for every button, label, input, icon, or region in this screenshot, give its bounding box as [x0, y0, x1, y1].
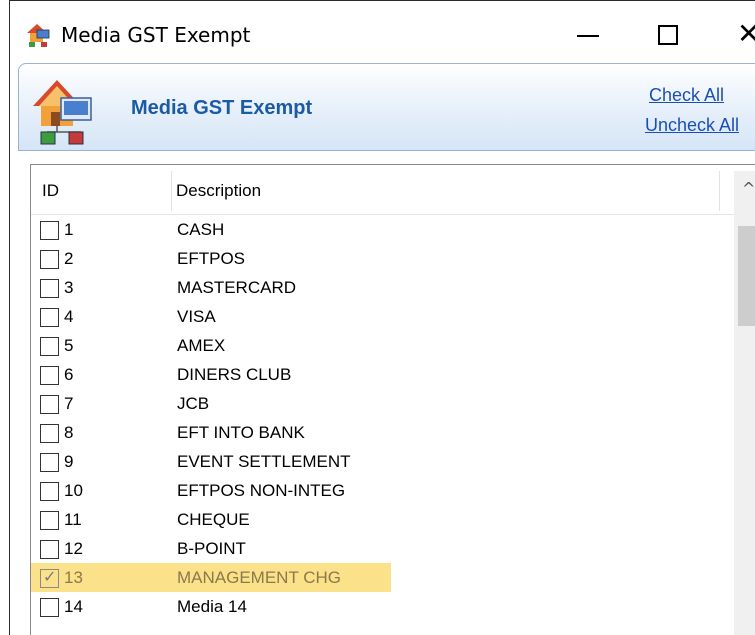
row-checkbox[interactable] — [40, 337, 59, 356]
row-description: Media 14 — [177, 597, 247, 616]
row-checkbox[interactable] — [40, 511, 59, 530]
row-id: 12 — [64, 539, 83, 558]
row-id: 3 — [64, 278, 74, 297]
list-row[interactable]: 10 EFTPOS NON-INTEG — [31, 476, 391, 505]
row-description: MANAGEMENT CHG — [177, 568, 342, 587]
row-id: 13 — [64, 568, 83, 587]
checkmark-icon: ✓ — [43, 567, 57, 586]
list-row[interactable]: 1 CASH — [31, 215, 391, 244]
row-id: 7 — [64, 394, 74, 413]
row-description: EFTPOS NON-INTEG — [177, 481, 346, 500]
list-row[interactable]: 2 EFTPOS — [31, 244, 391, 273]
check-all-link[interactable]: Check All — [649, 84, 724, 106]
row-description: CASH — [177, 220, 225, 239]
media-gst-exempt-window: Media GST Exempt ✕ Media GST Exempt Chec… — [9, 0, 755, 635]
row-id: 6 — [64, 365, 74, 384]
row-description: EFTPOS — [177, 249, 246, 268]
row-checkbox[interactable] — [40, 221, 59, 240]
list-row[interactable]: 5 AMEX — [31, 331, 391, 360]
row-description: EVENT SETTLEMENT — [177, 452, 351, 471]
row-id: 2 — [64, 249, 74, 268]
row-description: JCB — [177, 394, 210, 413]
list-row[interactable]: 7 JCB — [31, 389, 391, 418]
minimize-icon — [577, 35, 599, 37]
maximize-icon — [658, 25, 678, 45]
media-list[interactable]: ID Description 1 CASH 2 EFTPOS 3 MASTERC… — [30, 164, 755, 635]
uncheck-all-link[interactable]: Uncheck All — [645, 114, 739, 136]
row-description: VISA — [177, 307, 216, 326]
row-checkbox[interactable] — [40, 453, 59, 472]
list-row[interactable]: 12 B-POINT — [31, 534, 391, 563]
row-checkbox[interactable] — [40, 250, 59, 269]
row-id: 14 — [64, 597, 83, 616]
row-id: 10 — [64, 481, 83, 500]
list-row[interactable]: 3 MASTERCARD — [31, 273, 391, 302]
column-header-description[interactable]: Description — [176, 181, 261, 201]
row-id: 4 — [64, 307, 74, 326]
minimize-button[interactable] — [555, 15, 615, 55]
row-description: AMEX — [177, 336, 226, 355]
vertical-scrollbar[interactable]: ^ — [734, 171, 755, 635]
row-checkbox[interactable] — [40, 540, 59, 559]
list-row-selected[interactable]: ✓ 13 MANAGEMENT CHG — [31, 563, 391, 592]
list-header: ID Description — [31, 165, 755, 215]
row-checkbox[interactable] — [40, 482, 59, 501]
network-house-icon — [27, 24, 50, 47]
maximize-button[interactable] — [637, 15, 697, 55]
list-row[interactable]: 8 EFT INTO BANK — [31, 418, 391, 447]
close-icon: ✕ — [737, 17, 755, 50]
column-divider — [171, 171, 172, 211]
close-button[interactable]: ✕ — [715, 15, 755, 55]
row-description: EFT INTO BANK — [177, 423, 305, 442]
row-description: DINERS CLUB — [177, 365, 292, 384]
row-description: B-POINT — [177, 539, 246, 558]
row-id: 9 — [64, 452, 74, 471]
row-id: 1 — [64, 220, 74, 239]
row-checkbox[interactable] — [40, 279, 59, 298]
list-row[interactable]: 14 Media 14 — [31, 592, 391, 621]
column-header-id[interactable]: ID — [42, 181, 59, 201]
row-description: CHEQUE — [177, 510, 250, 529]
row-checkbox[interactable] — [40, 598, 59, 617]
chevron-up-icon[interactable]: ^ — [742, 179, 755, 198]
column-divider — [719, 171, 720, 211]
row-id: 8 — [64, 423, 74, 442]
row-checkbox[interactable] — [40, 395, 59, 414]
network-house-icon — [33, 80, 92, 145]
list-row[interactable]: 9 EVENT SETTLEMENT — [31, 447, 391, 476]
row-id: 11 — [64, 510, 82, 529]
header-banner: Media GST Exempt Check All Uncheck All — [18, 63, 755, 151]
banner-title: Media GST Exempt — [131, 97, 313, 119]
title-bar[interactable]: Media GST Exempt ✕ — [10, 1, 755, 61]
list-row[interactable]: 4 VISA — [31, 302, 391, 331]
row-id: 5 — [64, 336, 74, 355]
row-description: MASTERCARD — [177, 278, 297, 297]
scrollbar-thumb[interactable] — [738, 226, 755, 326]
row-checkbox-checked[interactable]: ✓ — [40, 567, 59, 588]
list-row[interactable]: 11 CHEQUE — [31, 505, 391, 534]
row-checkbox[interactable] — [40, 308, 59, 327]
row-checkbox[interactable] — [40, 366, 59, 385]
row-checkbox[interactable] — [40, 424, 59, 443]
list-row[interactable]: 6 DINERS CLUB — [31, 360, 391, 389]
window-title: Media GST Exempt — [61, 23, 251, 47]
